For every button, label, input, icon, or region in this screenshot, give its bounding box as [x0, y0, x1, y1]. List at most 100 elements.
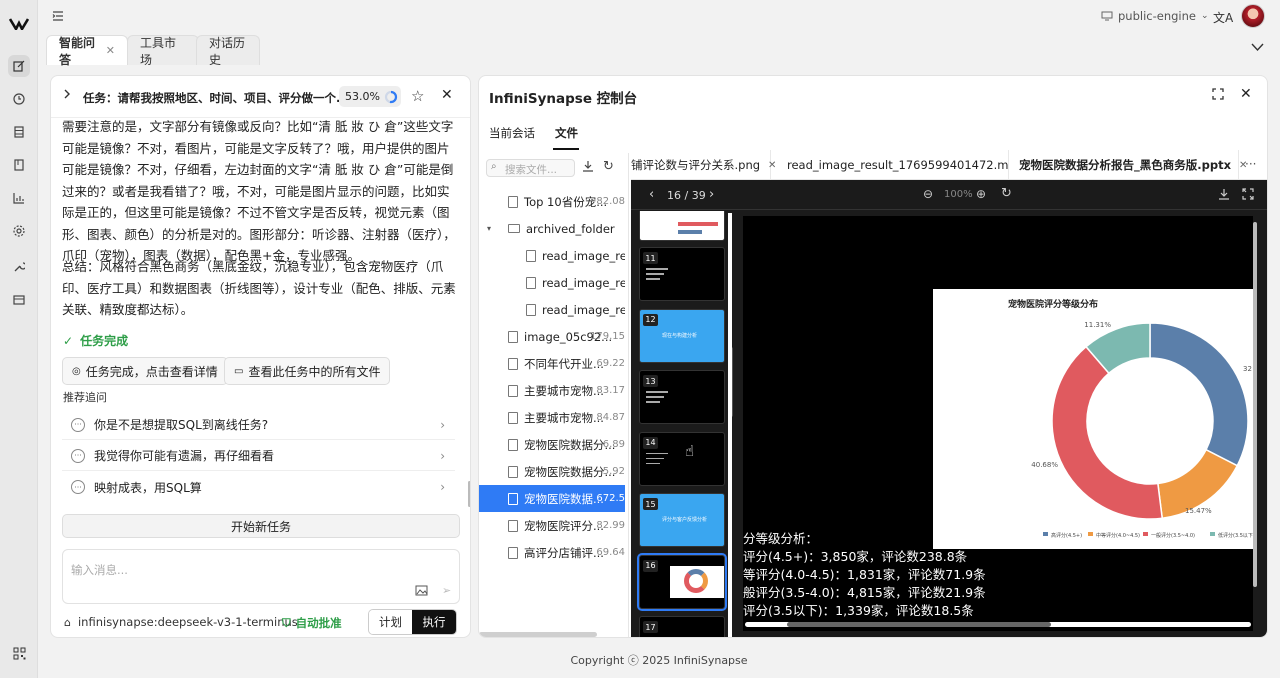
rotate-icon[interactable]: ↻	[1001, 186, 1012, 201]
tab-tools[interactable]: 工具市场	[127, 35, 199, 67]
zoom-out-icon[interactable]: ⊖	[923, 187, 933, 201]
slice-label: 32	[1243, 365, 1252, 373]
slide-vscrollbar[interactable]	[1253, 222, 1257, 587]
chevron-down-icon[interactable]: ▾	[487, 224, 491, 233]
thumbnail[interactable]: 14	[639, 431, 725, 486]
fullscreen-icon[interactable]	[1212, 88, 1224, 103]
folder-row[interactable]: ▾ archived_folder	[479, 215, 625, 242]
scrollbar[interactable]	[468, 481, 470, 507]
edit-icon[interactable]	[8, 55, 30, 77]
auto-approve-toggle[interactable]: ⛉ 自动批准	[282, 615, 342, 631]
thumbnail[interactable]: 17	[639, 616, 725, 637]
tab-current-session[interactable]: 当前会话	[489, 125, 535, 141]
book-icon[interactable]	[8, 154, 30, 176]
execute-button[interactable]: 执行	[412, 610, 456, 634]
thumbnail-line	[646, 391, 668, 393]
chart-icon[interactable]	[8, 187, 30, 209]
settings-icon[interactable]	[8, 220, 30, 242]
close-task-icon[interactable]: ✕	[441, 87, 453, 103]
chat-bubble-icon: ···	[71, 480, 85, 494]
close-icon[interactable]: ✕	[768, 160, 776, 171]
file-size: 83.17	[596, 385, 625, 396]
slice-label: 15.47%	[1185, 507, 1212, 515]
chevron-right-icon: ›	[440, 417, 445, 432]
file-row[interactable]: read_image_re...	[479, 269, 625, 296]
horizontal-scrollbar[interactable]	[479, 632, 597, 637]
file-tab[interactable]: read_image_result_1769599401472.md ✕	[777, 150, 1032, 179]
view-details-button[interactable]: ◎ 任务完成，点击查看详情	[62, 357, 228, 385]
suggestion-item[interactable]: ··· 映射成表，用SQL算 ›	[62, 472, 455, 502]
suggestion-item[interactable]: ··· 你是不是想提取SQL到离线任务? ›	[62, 410, 455, 440]
download-icon[interactable]	[582, 160, 594, 175]
translate-icon[interactable]: 文A	[1213, 9, 1233, 26]
expand-chevron-icon[interactable]	[63, 89, 71, 102]
file-icon	[508, 546, 518, 559]
slide-hscrollbar-track[interactable]	[745, 622, 1251, 627]
file-name: archived_folder	[526, 221, 615, 236]
tab-chat[interactable]: 智能问答 ✕	[46, 35, 128, 67]
thumbnail[interactable]	[639, 211, 725, 241]
collapse-chevron-icon[interactable]	[1251, 41, 1264, 56]
file-row[interactable]: 不同年代开业... 69.22	[479, 350, 625, 377]
thumbnail[interactable]: 11	[639, 247, 725, 301]
menu-toggle-icon[interactable]	[52, 10, 64, 24]
file-row[interactable]: 宠物医院数据... 672.5	[479, 485, 625, 512]
plan-button[interactable]: 计划	[369, 610, 413, 634]
file-row[interactable]: 宠物医院数据分... 5.92	[479, 458, 625, 485]
file-row[interactable]: read_image_re...	[479, 296, 625, 323]
thumbnail[interactable]: 13	[639, 370, 725, 424]
prev-page-icon[interactable]: ‹	[649, 187, 654, 202]
file-row[interactable]: 宠物医院数据分... 6.89	[479, 431, 625, 458]
refresh-icon[interactable]: ↻	[603, 159, 614, 174]
tab-files[interactable]: 文件	[555, 125, 578, 141]
thumbnail[interactable]: 16	[637, 552, 727, 611]
file-row[interactable]: read_image_re...	[479, 242, 625, 269]
card-icon[interactable]	[8, 289, 30, 311]
file-row[interactable]: Top 10省份宠... 82.08	[479, 188, 625, 215]
more-icon[interactable]: ···	[1245, 157, 1256, 171]
history-icon[interactable]	[8, 88, 30, 110]
view-files-button[interactable]: ▭ 查看此任务中的所有文件	[224, 357, 391, 385]
file-row[interactable]: image_05c92... 179.15	[479, 323, 625, 350]
slide: 宠物医院评分等级分布 32 15.47% 40.68% 11.31% 高评分(4.5+) 中…	[743, 216, 1253, 631]
file-tabs: 铺评论数与评分关系.png ✕ read_image_result_176959…	[631, 150, 1267, 180]
suggestion-text: 我觉得你可能有遗漏，再仔细看看	[94, 449, 275, 463]
thumbnail[interactable]: 15 评分与客户反馈分析	[639, 493, 725, 547]
file-row[interactable]: 主要城市宠物... 84.87	[479, 404, 625, 431]
file-row[interactable]: 高评分店铺评... 69.64	[479, 539, 625, 566]
check-icon: ✓	[63, 333, 74, 348]
database-icon[interactable]	[8, 121, 30, 143]
file-icon	[508, 384, 518, 397]
slide-hscrollbar-thumb[interactable]	[787, 622, 1051, 627]
file-tab-label: 铺评论数与评分关系.png	[631, 158, 761, 172]
close-icon[interactable]: ✕	[106, 44, 115, 57]
avatar[interactable]	[1241, 4, 1265, 28]
file-search-input[interactable]: ⌕ 搜索文件...	[486, 159, 575, 177]
file-size: 672.5	[596, 493, 625, 504]
thumbnail[interactable]: 12 现在与构建分析	[639, 308, 725, 363]
image-upload-icon[interactable]	[415, 585, 428, 599]
close-console-icon[interactable]: ✕	[1240, 86, 1252, 102]
tab-history[interactable]: 对话历史	[196, 35, 260, 67]
send-icon[interactable]: ➢	[442, 584, 451, 597]
thumbnail-number: 14	[643, 436, 658, 449]
wrench-icon[interactable]	[8, 256, 30, 278]
file-icon	[526, 249, 536, 262]
zoom-in-icon[interactable]: ⊕	[976, 187, 986, 201]
env-selector[interactable]: public-engine ⌄	[1101, 9, 1209, 23]
file-name: Top 10省份宠...	[524, 194, 608, 209]
file-tab-active[interactable]: 宠物医院数据分析报告_黑色商务版.pptx ✕	[1009, 150, 1247, 179]
file-tab[interactable]: 铺评论数与评分关系.png ✕	[631, 150, 776, 179]
message-input[interactable]: 输入消息... ➢	[62, 549, 460, 604]
file-row[interactable]: 宠物医院评分... 82.99	[479, 512, 625, 539]
new-task-button[interactable]: 开始新任务	[62, 514, 460, 538]
download-slide-icon[interactable]	[1218, 188, 1230, 203]
shield-icon: ⛉	[282, 615, 291, 630]
star-icon[interactable]: ☆	[411, 87, 424, 105]
next-page-icon[interactable]: ›	[709, 187, 714, 202]
expand-icon[interactable]	[1242, 188, 1254, 203]
model-selector[interactable]: ⌂ infinisynapse:deepseek-v3-1-terminus	[64, 615, 298, 629]
thumbnail-line	[646, 278, 660, 280]
file-row[interactable]: 主要城市宠物... 83.17	[479, 377, 625, 404]
suggestion-item[interactable]: ··· 我觉得你可能有遗漏，再仔细看看 ›	[62, 441, 455, 471]
